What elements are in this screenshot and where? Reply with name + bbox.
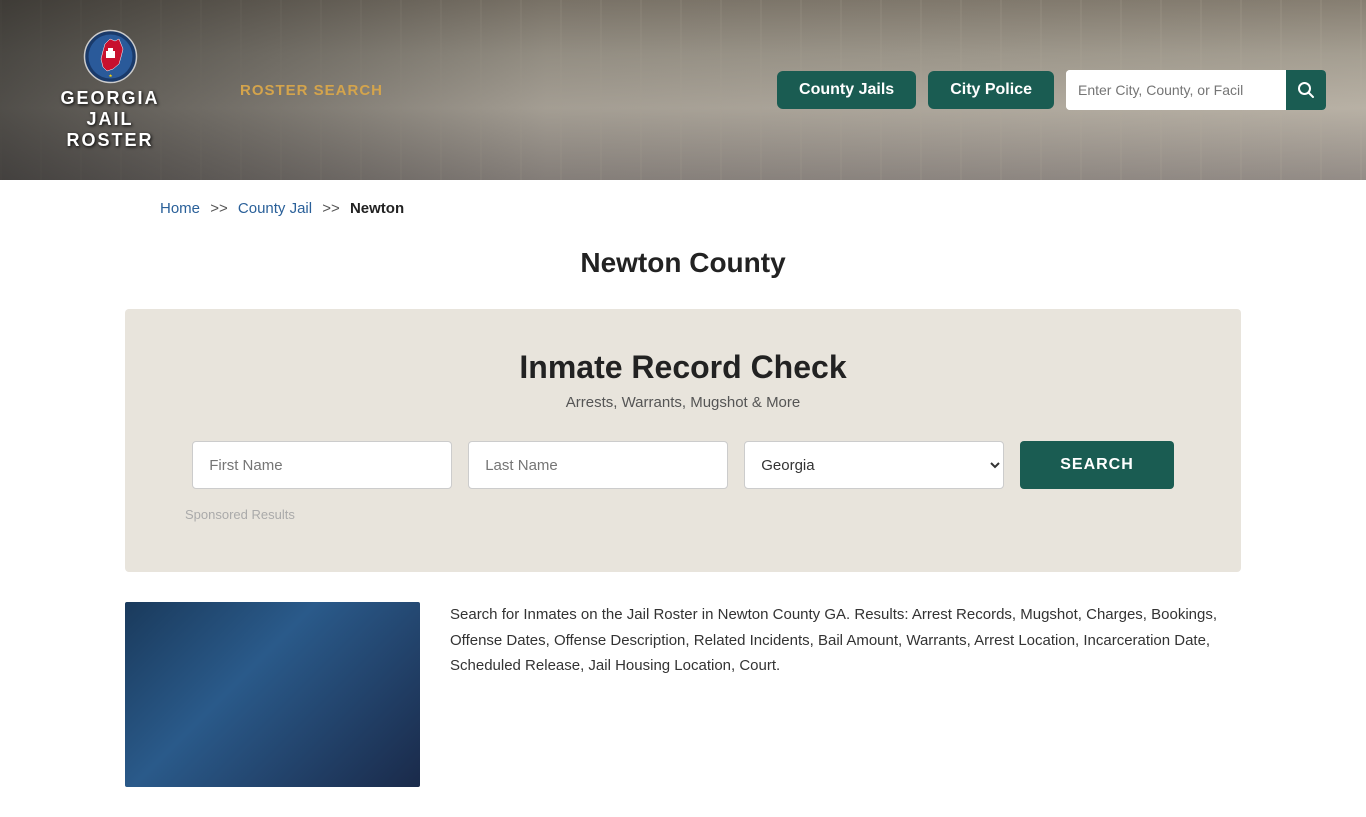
county-jails-button[interactable]: County Jails: [777, 71, 916, 109]
site-header: ★ GEORGIA JAIL ROSTER ROSTER SEARCH Coun…: [0, 0, 1366, 180]
breadcrumb-home-link[interactable]: Home: [160, 200, 200, 217]
logo-jail-text: JAIL: [86, 109, 133, 130]
bottom-section: Search for Inmates on the Jail Roster in…: [0, 572, 1366, 817]
breadcrumb-sep1: >>: [210, 200, 228, 217]
inmate-search-section: Inmate Record Check Arrests, Warrants, M…: [125, 309, 1241, 572]
state-select[interactable]: AlabamaAlaskaArizonaArkansasCaliforniaCo…: [744, 441, 1004, 489]
inmate-search-title: Inmate Record Check: [185, 349, 1181, 386]
page-title: Newton County: [0, 247, 1366, 279]
breadcrumb: Home >> County Jail >> Newton: [0, 180, 1366, 237]
inmate-search-form: AlabamaAlaskaArizonaArkansasCaliforniaCo…: [185, 441, 1181, 489]
header-search-button[interactable]: [1286, 70, 1326, 110]
georgia-seal-icon: ★: [83, 29, 138, 84]
roster-search-link[interactable]: ROSTER SEARCH: [240, 82, 383, 99]
breadcrumb-current: Newton: [350, 200, 404, 217]
search-icon: [1297, 81, 1315, 99]
county-thumbnail: [125, 602, 420, 787]
sponsored-results-label: Sponsored Results: [185, 507, 1181, 522]
breadcrumb-sep2: >>: [322, 200, 340, 217]
city-police-button[interactable]: City Police: [928, 71, 1054, 109]
inmate-search-button[interactable]: SEARCH: [1020, 441, 1174, 489]
logo-georgia-text: GEORGIA: [60, 88, 159, 109]
breadcrumb-county-jail-link[interactable]: County Jail: [238, 200, 312, 217]
last-name-input[interactable]: [468, 441, 728, 489]
svg-text:★: ★: [108, 73, 112, 78]
first-name-input[interactable]: [192, 441, 452, 489]
logo-roster-text: ROSTER: [66, 130, 153, 151]
site-logo: ★ GEORGIA JAIL ROSTER: [40, 29, 180, 151]
header-search-input[interactable]: [1066, 70, 1286, 110]
inmate-search-subtitle: Arrests, Warrants, Mugshot & More: [185, 394, 1181, 411]
header-search-bar: [1066, 70, 1326, 110]
description-text: Search for Inmates on the Jail Roster in…: [450, 602, 1241, 679]
